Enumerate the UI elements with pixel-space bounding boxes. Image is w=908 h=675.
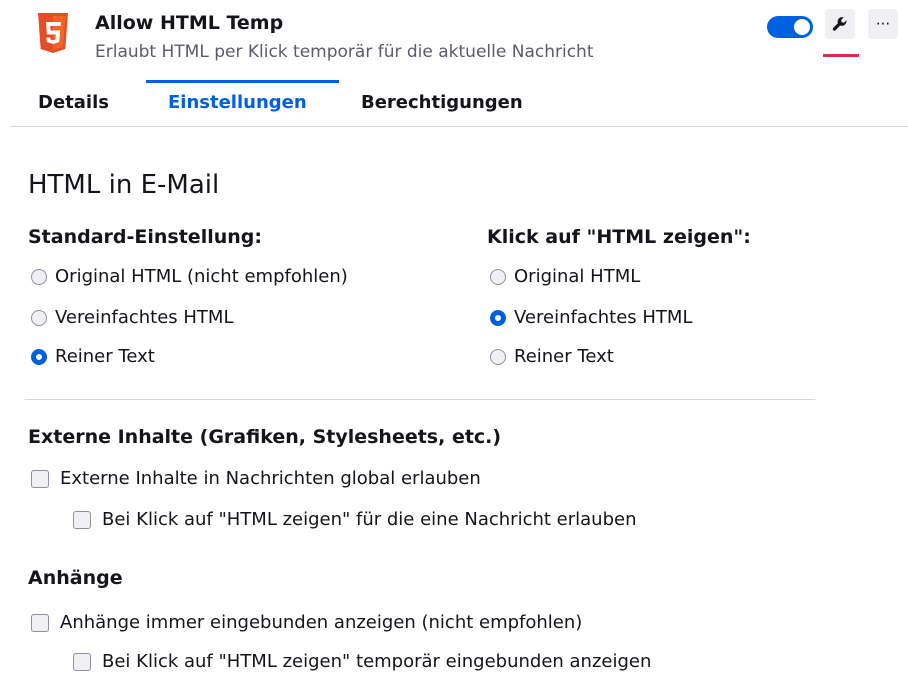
default-option-plaintext[interactable]: Reiner Text [31,346,155,367]
click-option-original[interactable]: Original HTML [490,266,640,287]
external-onclick-option[interactable]: Bei Klick auf "HTML zeigen" für die eine… [73,509,637,530]
attachments-always-option[interactable]: Anhänge immer eingebunden anzeigen (nich… [31,612,582,633]
wrench-icon [832,17,847,31]
option-label: Externe Inhalte in Nachrichten global er… [60,468,481,489]
active-tab-indicator [146,80,339,83]
option-label: Reiner Text [514,346,614,367]
radio-button-checked[interactable] [490,309,506,326]
addon-description: Erlaubt HTML per Klick temporär für die … [95,42,594,62]
checkbox[interactable] [73,510,91,529]
option-label: Vereinfachtes HTML [514,307,693,328]
external-global-option[interactable]: Externe Inhalte in Nachrichten global er… [31,468,481,489]
toggle-knob [794,19,810,35]
enable-toggle[interactable] [767,16,813,38]
attachments-onclick-option[interactable]: Bei Klick auf "HTML zeigen" temporär ein… [73,651,651,672]
click-option-simplified[interactable]: Vereinfachtes HTML [490,307,692,328]
default-setting-heading: Standard-Einstellung: [28,226,262,248]
option-label: Anhänge immer eingebunden anzeigen (nich… [60,612,583,633]
tab-settings[interactable]: Einstellungen [168,92,307,113]
section-title: HTML in E-Mail [28,170,220,200]
checkbox[interactable] [31,469,49,488]
click-setting-heading: Klick auf "HTML zeigen": [487,226,751,248]
external-content-heading: Externe Inhalte (Grafiken, Stylesheets, … [28,426,502,448]
attachments-heading: Anhänge [28,567,123,589]
html5-icon [38,13,68,53]
radio-button[interactable] [490,268,506,285]
tab-permissions[interactable]: Berechtigungen [361,92,523,113]
option-label: Bei Klick auf "HTML zeigen" für die eine… [102,509,637,530]
addon-header: Allow HTML Temp Erlaubt HTML per Klick t… [0,0,908,80]
active-panel-indicator [823,54,859,57]
checkbox[interactable] [73,652,91,671]
radio-button[interactable] [31,268,47,285]
radio-button[interactable] [490,348,506,365]
default-option-original[interactable]: Original HTML (nicht empfohlen) [31,266,348,287]
option-label: Vereinfachtes HTML [55,307,234,328]
click-option-plaintext[interactable]: Reiner Text [490,346,614,367]
tab-bar: Details Einstellungen Berechtigungen [10,80,908,127]
tab-details[interactable]: Details [38,92,109,113]
option-label: Bei Klick auf "HTML zeigen" temporär ein… [102,651,652,672]
section-divider [25,399,815,400]
option-label: Original HTML [514,266,641,287]
checkbox[interactable] [31,613,49,632]
default-option-simplified[interactable]: Vereinfachtes HTML [31,307,233,328]
option-label: Original HTML (nicht empfohlen) [55,266,348,287]
option-label: Reiner Text [55,346,155,367]
more-icon: ··· [875,15,891,33]
preferences-button[interactable] [825,9,855,39]
addon-name: Allow HTML Temp [95,12,284,34]
radio-button[interactable] [31,309,47,326]
more-options-button[interactable]: ··· [868,9,898,39]
radio-button-checked[interactable] [31,348,47,365]
